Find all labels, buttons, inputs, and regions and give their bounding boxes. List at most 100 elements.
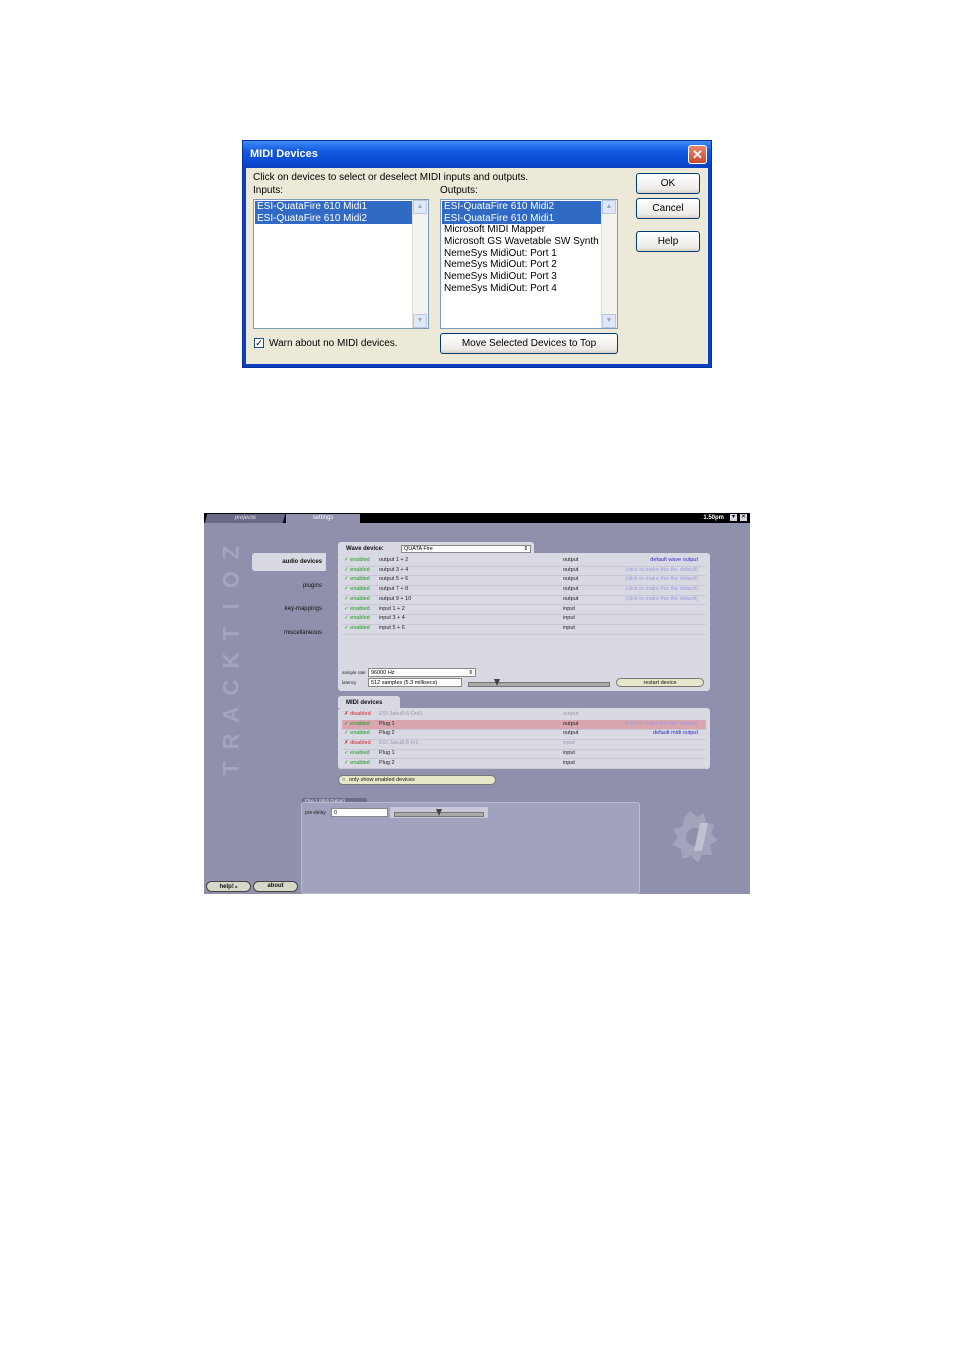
device-name: output 1 + 2 (379, 557, 409, 563)
outputs-scrollbar[interactable]: ▲ ▼ (601, 200, 617, 328)
dropdown-arrow-icon: ⇕ (468, 670, 473, 676)
close-icon[interactable]: ✕ (688, 145, 707, 164)
tracktion-gear-logo-icon (672, 811, 718, 863)
device-default-link[interactable]: default midi output (653, 729, 698, 738)
device-status-toggle[interactable]: ✗ disabled (344, 710, 371, 719)
tab-projects[interactable]: projects (204, 514, 286, 523)
device-status-toggle[interactable]: ✓ enabled (344, 720, 370, 729)
dialog-title: MIDI Devices (250, 148, 318, 160)
device-status-toggle[interactable]: ✓ enabled (344, 759, 370, 768)
device-status-toggle[interactable]: ✓ enabled (344, 566, 370, 575)
tab-settings[interactable]: settings (286, 514, 360, 523)
device-name: output 5 + 6 (379, 576, 409, 583)
device-io-type: output (563, 576, 579, 583)
wave-device-value: QUATA Fire (404, 546, 433, 552)
output-device-item[interactable]: NemeSys MidiOut: Port 2 (442, 259, 601, 271)
device-io-type: output (563, 720, 579, 727)
nav-miscellaneous[interactable]: miscellaneous (284, 630, 322, 636)
device-status-toggle[interactable]: ✓ enabled (344, 575, 370, 584)
plugin-panel: pre-delay 0 (301, 802, 640, 894)
brand-letter: T (218, 626, 244, 641)
device-default-link[interactable]: default wave output (650, 556, 698, 565)
inputs-scrollbar[interactable]: ▲ ▼ (412, 200, 428, 328)
nav-audio-devices[interactable]: audio devices (282, 559, 322, 565)
scroll-up-arrow-icon[interactable]: ▲ (413, 200, 427, 214)
latency-field[interactable]: 512 samples (5.3 millisecs) (368, 678, 462, 687)
top-bar: projects settings 1.50pm ▾ ✕ (204, 513, 750, 523)
minimize-icon[interactable]: ▾ (730, 514, 737, 521)
output-device-item[interactable]: NemeSys MidiOut: Port 3 (442, 271, 601, 283)
device-io-type: output (563, 730, 579, 737)
device-default-link[interactable]: (click to make this the default) (625, 585, 698, 594)
wave-device-select[interactable]: QUATA Fire ⇕ (401, 545, 531, 553)
brand-letter: C (218, 679, 244, 696)
predelay-slider[interactable] (394, 809, 484, 817)
restart-device-button[interactable]: restart device (616, 678, 704, 687)
device-name: Plug 1 (379, 749, 395, 756)
output-device-item[interactable]: ESI-QuataFire 610 Midi2 (442, 201, 601, 213)
wave-device-panel: ✓ enabled output 1 + 2 output default wave … (338, 553, 710, 691)
device-name: ESI Jaku8-5-Out1 (379, 711, 423, 717)
output-device-item[interactable]: Microsoft GS Wavetable SW Synth (442, 236, 601, 248)
sample-rate-value: 96000 Hz (371, 670, 395, 676)
help-button[interactable]: help! ▸ (206, 881, 251, 892)
slider-knob-icon[interactable] (436, 809, 442, 816)
device-default-link[interactable]: (click to make this the default) (625, 575, 698, 584)
tracktion-logo-text: ZOITKCART (218, 539, 244, 782)
instructions-text: Click on devices to select or deselect M… (253, 172, 529, 183)
device-status-toggle[interactable]: ✓ enabled (344, 605, 370, 614)
device-status-toggle[interactable]: ✓ enabled (344, 749, 370, 758)
scroll-down-arrow-icon[interactable]: ▼ (602, 314, 616, 328)
device-status-toggle[interactable]: ✓ enabled (344, 585, 370, 594)
latency-slider[interactable] (468, 679, 610, 687)
device-default-link[interactable]: (click to make this the default) (625, 720, 698, 729)
only-enabled-toggle[interactable]: ○ only show enabled devices (338, 775, 496, 785)
nav-plugins[interactable]: plugins (303, 583, 322, 589)
output-device-item[interactable]: NemeSys MidiOut: Port 4 (442, 283, 601, 295)
device-status-toggle[interactable]: ✓ enabled (344, 614, 370, 623)
about-button[interactable]: about (253, 881, 298, 892)
sample-rate-select[interactable]: 96000 Hz ⇕ (368, 668, 476, 677)
sample-rate-label: sample rate (342, 670, 366, 675)
device-row[interactable]: ✓ enabled input 5 + 6 input (342, 624, 706, 635)
output-device-item[interactable]: Microsoft MIDI Mapper (442, 224, 601, 236)
move-to-top-button[interactable]: Move Selected Devices to Top (440, 333, 618, 354)
device-row[interactable]: ✓ enabled Plug 2 input (342, 759, 706, 770)
warn-label: Warn about no MIDI devices. (269, 338, 398, 349)
predelay-label: pre-delay (305, 810, 326, 816)
output-device-item[interactable]: ESI-QuataFire 610 Midi1 (442, 212, 601, 225)
scroll-down-arrow-icon[interactable]: ▼ (413, 314, 427, 328)
device-status-toggle[interactable]: ✗ disabled (344, 739, 371, 748)
slider-knob-icon[interactable] (494, 679, 500, 686)
device-io-type: output (563, 557, 579, 563)
device-io-type: output (563, 711, 579, 717)
clock-time: 1.50pm (703, 515, 724, 521)
device-default-link[interactable]: (click to make this the default) (625, 595, 698, 604)
input-device-item[interactable]: ESI-QuataFire 610 Midi2 (255, 212, 412, 225)
device-name: output 3 + 4 (379, 566, 409, 573)
input-device-item[interactable]: ESI-QuataFire 610 Midi1 (255, 201, 412, 213)
device-io-type: output (563, 586, 579, 593)
device-status-toggle[interactable]: ✓ enabled (344, 624, 370, 633)
cancel-button[interactable]: Cancel (636, 198, 700, 219)
dropdown-arrow-icon: ⇕ (523, 546, 528, 552)
dialog-title-bar[interactable]: MIDI Devices ✕ (243, 141, 711, 168)
ok-button[interactable]: OK (636, 173, 700, 194)
device-default-link[interactable]: (click to make this the default) (625, 566, 698, 575)
outputs-listbox[interactable]: ESI-QuataFire 610 Midi2 ESI-QuataFire 610… (440, 199, 618, 329)
close-icon[interactable]: ✕ (740, 514, 747, 521)
nav-key-mappings[interactable]: key-mappings (285, 606, 322, 612)
scroll-up-arrow-icon[interactable]: ▲ (602, 200, 616, 214)
output-device-item[interactable]: NemeSys MidiOut: Port 1 (442, 248, 601, 260)
device-name: input 1 + 2 (379, 605, 405, 612)
device-status-toggle[interactable]: ✓ enabled (344, 729, 370, 738)
device-name: output 7 + 8 (379, 586, 409, 593)
device-status-toggle[interactable]: ✓ enabled (344, 595, 370, 604)
predelay-field[interactable]: 0 (331, 808, 388, 817)
device-name: ESI Jaku8-5-In1 (379, 740, 419, 747)
device-status-toggle[interactable]: ✓ enabled (344, 556, 370, 565)
device-io-type: input (563, 740, 575, 747)
help-button[interactable]: Help (636, 231, 700, 252)
inputs-listbox[interactable]: ESI-QuataFire 610 Midi1 ESI-QuataFire 610… (253, 199, 429, 329)
warn-checkbox[interactable]: ✓ (254, 338, 264, 348)
